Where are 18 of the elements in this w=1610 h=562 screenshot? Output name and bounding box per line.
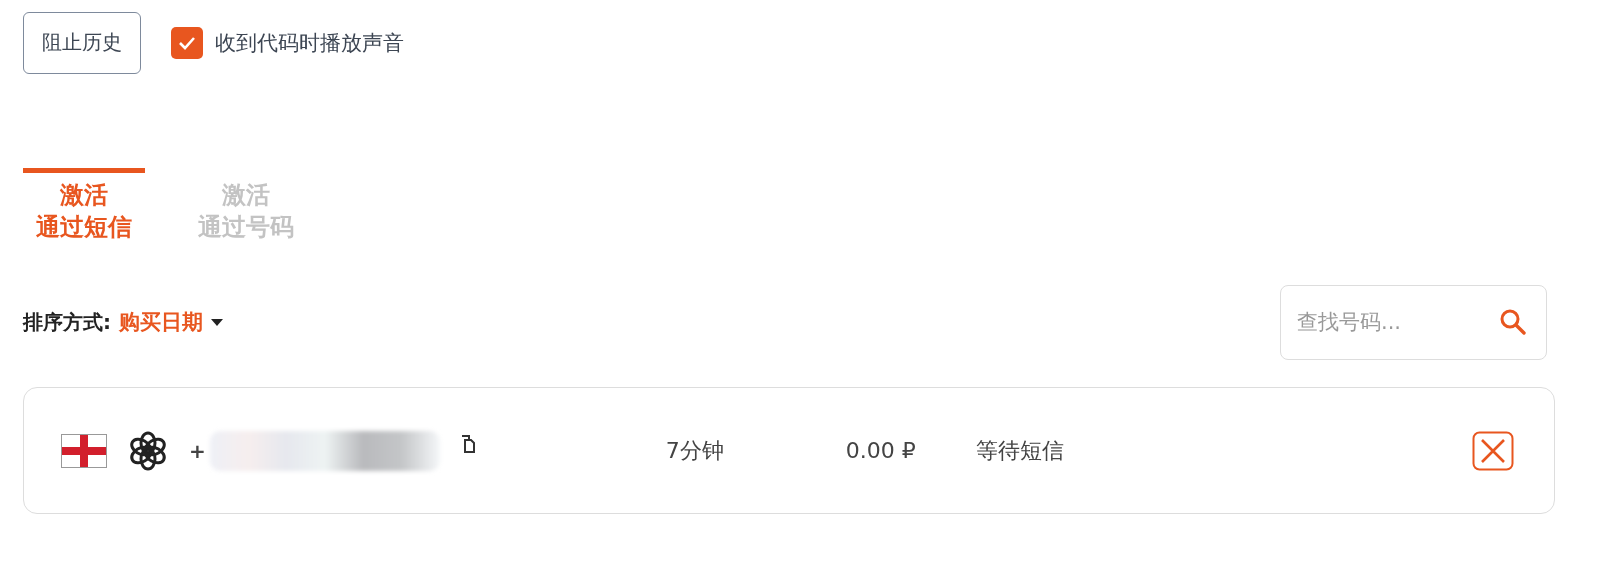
sort-dropdown[interactable]: 购买日期 bbox=[119, 308, 223, 336]
cancel-button[interactable] bbox=[1472, 430, 1514, 471]
status-text: 等待短信 bbox=[975, 436, 1065, 465]
checkmark-icon bbox=[178, 35, 196, 50]
checkbox[interactable] bbox=[171, 26, 203, 59]
caret-icon bbox=[211, 318, 223, 326]
sort-label: 排序方式: bbox=[23, 308, 111, 336]
copy-icon[interactable] bbox=[459, 433, 476, 454]
search-icon[interactable] bbox=[1499, 307, 1527, 336]
price-text: 0.00 ₽ bbox=[845, 438, 917, 463]
checkbox-label: 收到代码时播放声音 bbox=[215, 29, 404, 57]
phone-number: + bbox=[189, 438, 206, 463]
tab[interactable]: 激活 通过短信 bbox=[23, 168, 145, 243]
flag-icon bbox=[61, 433, 107, 468]
block-history-button[interactable]: 阻止历史 bbox=[23, 11, 141, 74]
search-field[interactable]: 查找号码... bbox=[1280, 284, 1547, 360]
duration-text: 7分钟 bbox=[665, 436, 725, 465]
knot-logo-icon bbox=[127, 429, 169, 472]
